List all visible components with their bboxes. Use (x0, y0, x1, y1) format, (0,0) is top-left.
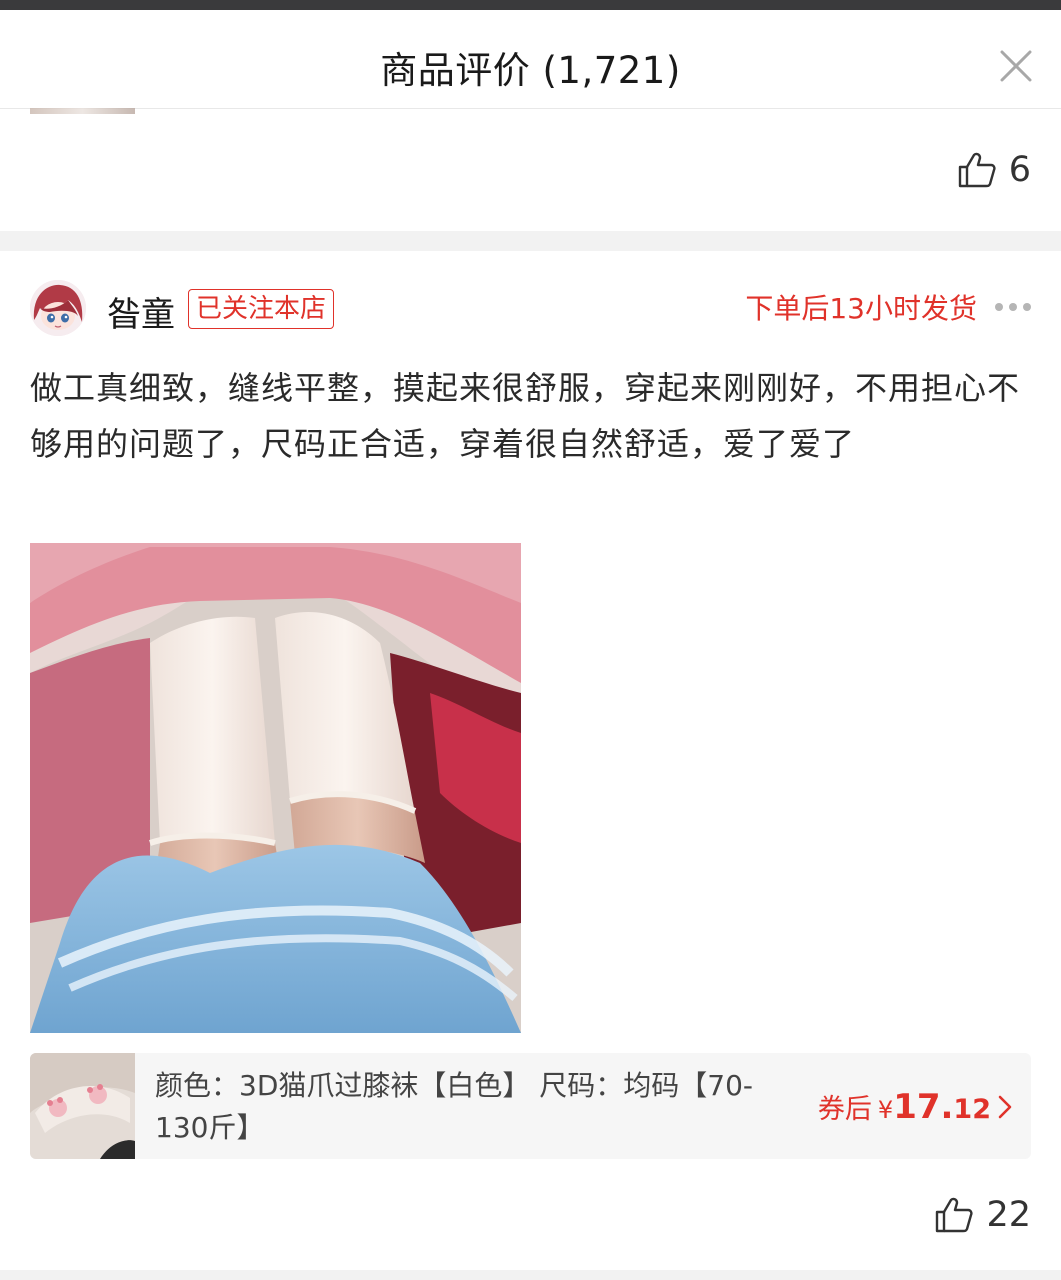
page-header: 商品评价 (1,721) (0, 10, 1061, 109)
close-icon (1000, 50, 1032, 82)
more-dots-icon (995, 303, 1003, 311)
price-prefix: 券后 (817, 1094, 872, 1125)
status-bar (0, 0, 1061, 10)
sku-price[interactable]: 券后 ¥ 17. 12 (818, 1087, 1013, 1127)
sku-card[interactable]: 颜色：3D猫爪过膝袜【白色】 尺码：均码【70-130斤】 券后 ¥ 17. 1… (30, 1053, 1031, 1159)
review-like-button[interactable]: 22 (934, 1195, 1031, 1235)
thumbs-up-icon (936, 1197, 974, 1233)
chevron-right-icon (998, 1095, 1012, 1119)
sku-thumbnail (30, 1053, 135, 1159)
price-decimal: 12 (953, 1094, 991, 1125)
follow-badge: 已关注本店 (188, 289, 335, 329)
username[interactable]: 昝童 (107, 287, 175, 336)
like-count: 6 (1008, 150, 1031, 190)
thumbs-up-icon (958, 152, 996, 188)
review-divider (0, 231, 1061, 251)
sku-description: 颜色：3D猫爪过膝袜【白色】 尺码：均码【70-130斤】 (155, 1069, 754, 1144)
price-integer: 17. (893, 1087, 954, 1127)
page-title: 商品评价 (1,721) (380, 49, 681, 92)
more-button[interactable] (995, 300, 1035, 314)
like-count: 22 (986, 1195, 1031, 1235)
avatar[interactable] (30, 280, 86, 336)
ship-time-tag: 下单后13小时发货 (745, 292, 977, 325)
previous-review-image-edge (30, 108, 135, 114)
close-button[interactable] (994, 44, 1038, 88)
previous-review-like-button[interactable]: 6 (957, 150, 1031, 190)
review-photo[interactable] (30, 543, 521, 1033)
review-text: 做工真细致，缝线平整，摸起来很舒服，穿起来刚刚好，不用担心不够用的问题了，尺码正… (30, 369, 1021, 463)
review-divider (0, 1270, 1061, 1280)
price-currency: ¥ (877, 1096, 894, 1124)
